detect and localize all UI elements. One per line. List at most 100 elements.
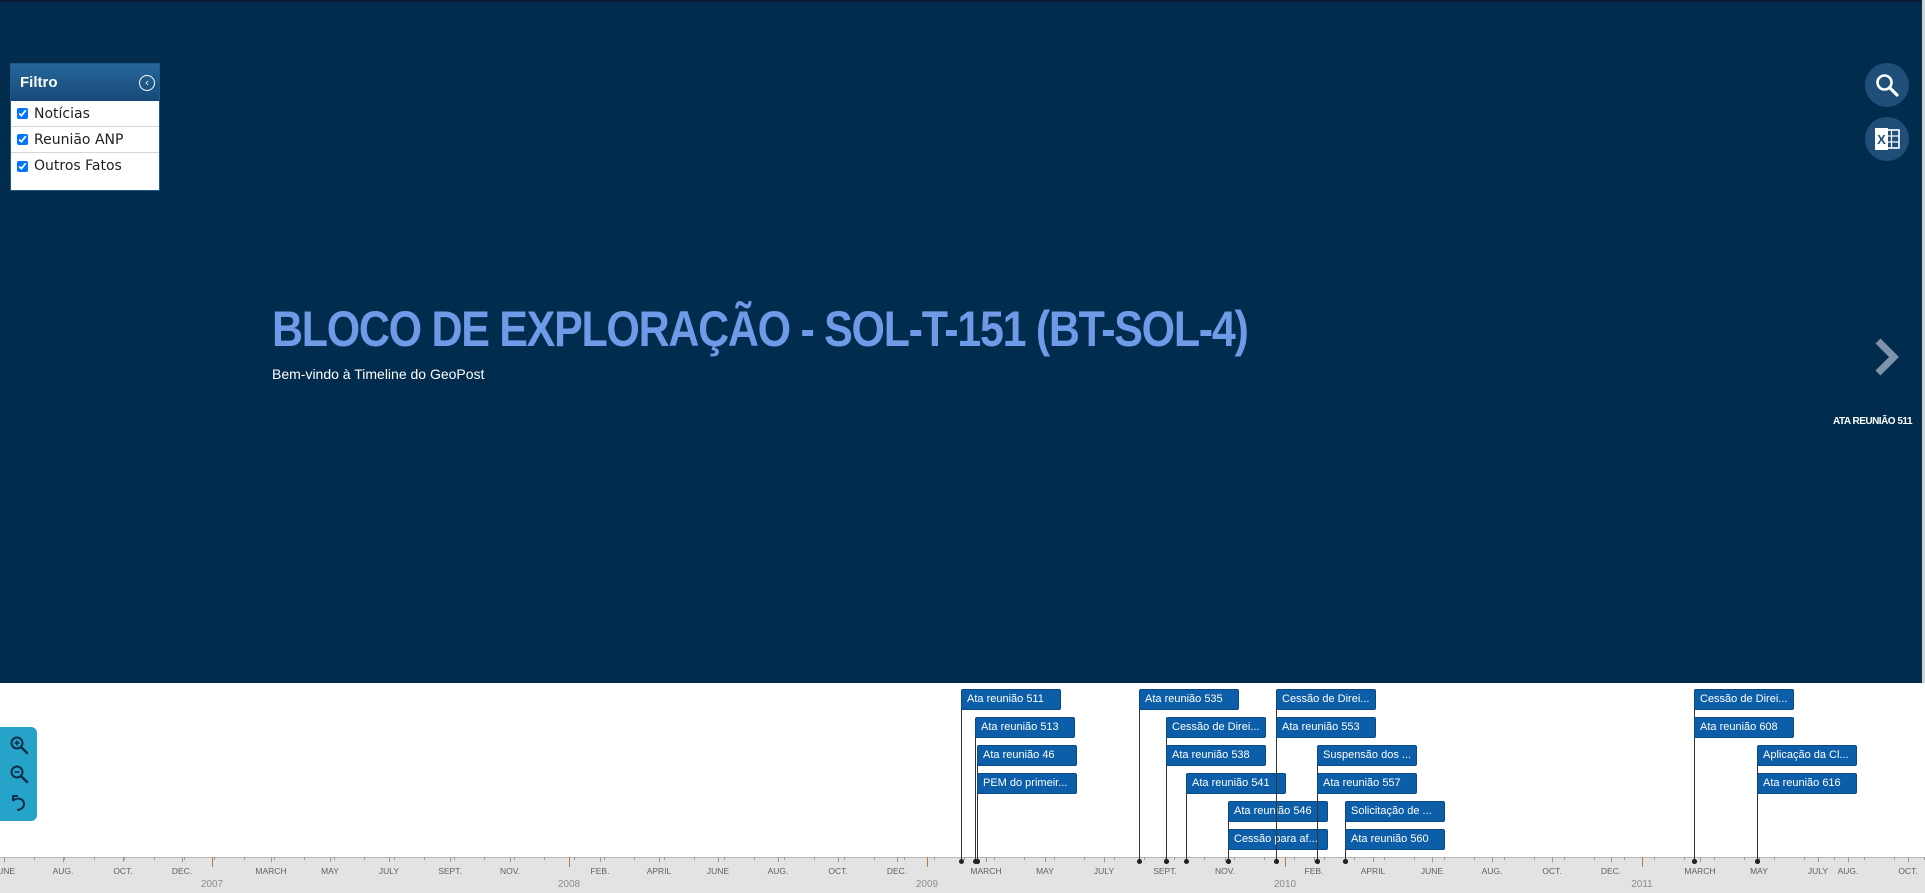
axis-minor-tick [1624, 857, 1625, 860]
axis-tick [838, 857, 839, 862]
axis-minor-tick [1084, 857, 1085, 860]
axis-tick [1045, 857, 1046, 862]
axis-minor-tick [364, 857, 365, 860]
axis-minor-tick [1744, 857, 1745, 860]
axis-minor-tick [1774, 857, 1775, 860]
timeline-event[interactable]: Ata reunião 511 [961, 689, 1061, 710]
axis-minor-tick [274, 857, 275, 860]
filter-title: Filtro [20, 74, 58, 91]
excel-export-button[interactable]: X [1865, 117, 1909, 161]
checkbox-reuniao-anp[interactable] [17, 134, 28, 145]
event-dot[interactable] [1164, 859, 1169, 864]
filter-option-outros-fatos[interactable]: Outros Fatos [11, 153, 159, 179]
timeline-event[interactable]: Ata reunião 541 [1186, 773, 1286, 794]
event-connector [1276, 727, 1277, 861]
axis-tick [718, 857, 719, 862]
axis-minor-tick [814, 857, 815, 860]
axis-minor-tick [634, 857, 635, 860]
axis-minor-tick [64, 857, 65, 860]
axis-year-label: 2008 [557, 879, 581, 890]
axis-minor-tick [1144, 857, 1145, 860]
axis-tick [4, 857, 5, 862]
axis-month-label: MAY [1036, 866, 1054, 876]
axis-minor-tick [1534, 857, 1535, 860]
event-dot[interactable] [1692, 859, 1697, 864]
axis-minor-tick [1384, 857, 1385, 860]
timeline-event[interactable]: Ata reunião 553 [1276, 717, 1376, 738]
axis-month-label: MARCH [970, 866, 1002, 876]
checkbox-noticias[interactable] [17, 108, 28, 119]
event-dot[interactable] [975, 859, 980, 864]
event-dot[interactable] [1226, 859, 1231, 864]
timeline-event[interactable]: Ata reunião 616 [1757, 773, 1857, 794]
event-connector [1694, 727, 1695, 861]
collapse-icon[interactable]: ‹ [139, 74, 155, 91]
axis-month-label: APRIL [1360, 866, 1386, 876]
timeline-event[interactable]: Ata reunião 538 [1166, 745, 1266, 766]
zoom-out-button[interactable] [7, 762, 31, 786]
axis-minor-tick [1054, 857, 1055, 860]
filter-option-label: Reunião ANP [34, 131, 124, 148]
axis-month-label: AUG. [52, 866, 74, 876]
axis-month-label: DEC. [171, 866, 193, 876]
axis-tick [1432, 857, 1433, 862]
timeline-event[interactable]: Ata reunião 535 [1139, 689, 1239, 710]
timeline-event[interactable]: Ata reunião 560 [1345, 829, 1445, 850]
axis-tick [986, 857, 987, 862]
event-connector [1757, 783, 1758, 861]
timeline-event[interactable]: Ata reunião 546 [1228, 801, 1328, 822]
axis-tick [1908, 857, 1909, 862]
axis-month-label: OCT. [828, 866, 848, 876]
timeline-event[interactable]: Solicitação de ... [1345, 801, 1445, 822]
axis-month-label: OCT. [1898, 866, 1918, 876]
axis-month-label: OCT. [113, 866, 133, 876]
event-dot[interactable] [1755, 859, 1760, 864]
zoom-in-button[interactable] [7, 733, 31, 757]
axis-month-label: JULY [1807, 866, 1829, 876]
axis-tick [778, 857, 779, 862]
timeline-event[interactable]: Ata reunião 513 [975, 717, 1075, 738]
next-slide-label[interactable]: ATA REUNIÃO 511 [1808, 416, 1913, 427]
search-button[interactable] [1865, 63, 1909, 107]
timeline-event[interactable]: Cessão de Direi... [1276, 689, 1376, 710]
event-dot[interactable] [1184, 859, 1189, 864]
timeline-event[interactable]: Cessão para af... [1228, 829, 1328, 850]
timeline-event[interactable]: Suspensão dos ... [1317, 745, 1417, 766]
event-dot[interactable] [1315, 859, 1320, 864]
filter-header: Filtro ‹ [11, 64, 159, 101]
event-dot[interactable] [959, 859, 964, 864]
axis-year-tick [927, 857, 928, 867]
axis-year-tick [1642, 857, 1643, 867]
timeline-event[interactable]: PEM do primeir... [977, 773, 1077, 794]
timeline-event[interactable]: Ata reunião 46 [977, 745, 1077, 766]
axis-year-label: 2011 [1631, 879, 1653, 890]
timeline-event[interactable]: Ata reunião 608 [1694, 717, 1794, 738]
axis-minor-tick [844, 857, 845, 860]
timeline-event[interactable]: Cessão de Direi... [1166, 717, 1266, 738]
next-arrow-icon[interactable] [1868, 335, 1904, 379]
axis-minor-tick [1234, 857, 1235, 860]
timeline-event[interactable]: Cessão de Direi... [1694, 689, 1794, 710]
axis-year-label: 2010 [1273, 879, 1297, 890]
axis-tick [510, 857, 511, 862]
event-dot[interactable] [1343, 859, 1348, 864]
svg-text:X: X [1877, 132, 1886, 147]
checkbox-outros-fatos[interactable] [17, 160, 28, 172]
timeline-event[interactable]: Aplicação da Cl... [1757, 745, 1857, 766]
axis-month-label: MAY [1750, 866, 1768, 876]
timeline-event[interactable]: Ata reunião 557 [1317, 773, 1417, 794]
axis-minor-tick [1594, 857, 1595, 860]
filter-option-noticias[interactable]: Notícias [11, 101, 159, 127]
axis-tick [330, 857, 331, 862]
axis-month-label: MARCH [255, 866, 287, 876]
reset-button[interactable] [7, 791, 31, 815]
event-dot[interactable] [1274, 859, 1279, 864]
filter-option-reuniao-anp[interactable]: Reunião ANP [11, 127, 159, 153]
axis-minor-tick [904, 857, 905, 860]
axis-minor-tick [964, 857, 965, 860]
excel-export-icon: X [1875, 128, 1900, 150]
event-dot[interactable] [1137, 859, 1142, 864]
axis-minor-tick [694, 857, 695, 860]
axis-minor-tick [124, 857, 125, 860]
axis-month-label: SEPT. [1153, 866, 1177, 876]
